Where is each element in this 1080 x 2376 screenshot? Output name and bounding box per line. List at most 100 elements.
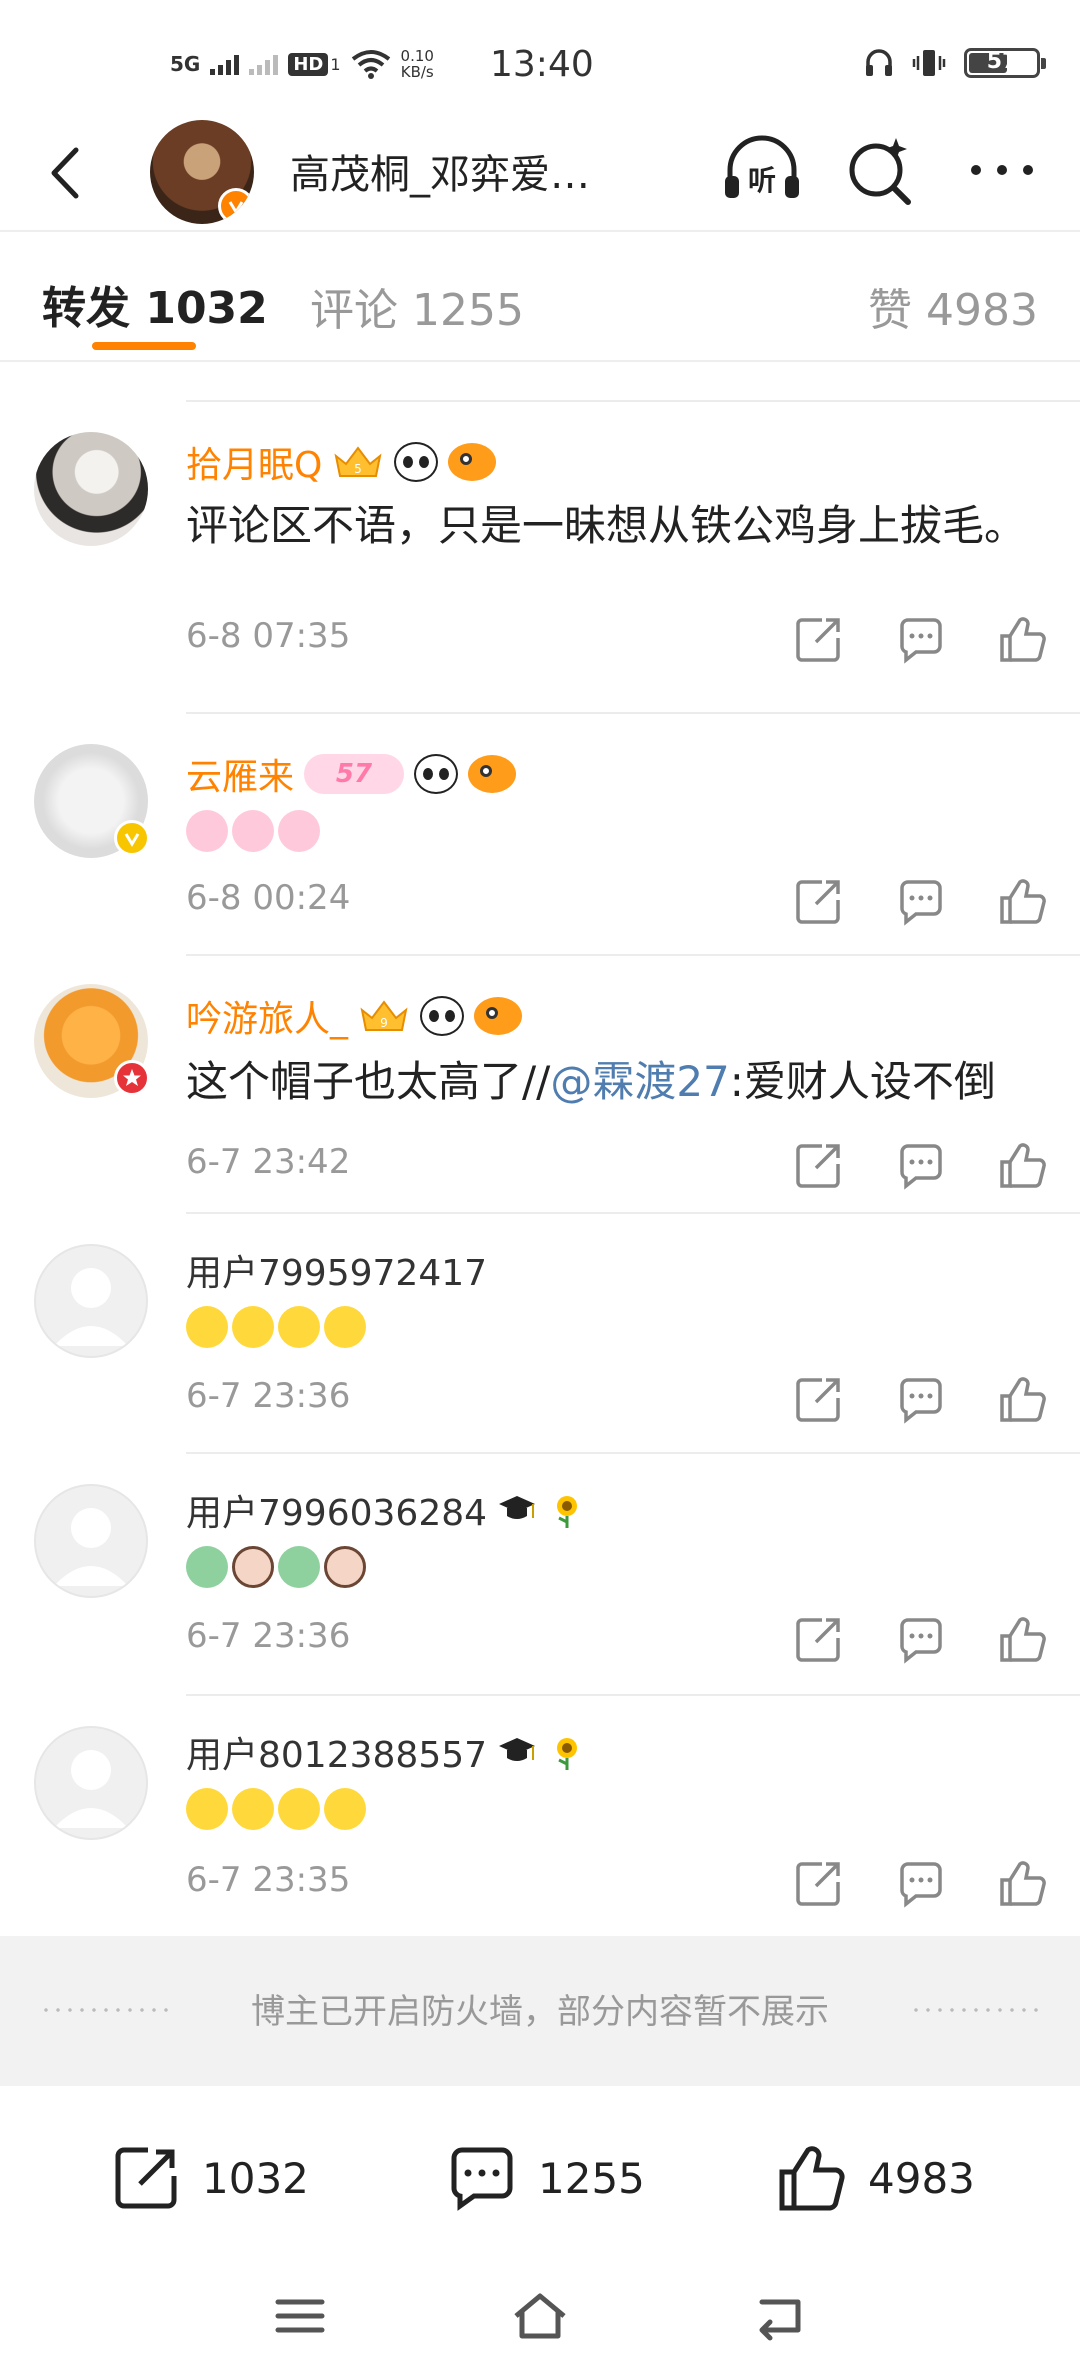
signal-2-icon xyxy=(249,53,279,75)
comment-icon[interactable] xyxy=(894,612,948,666)
user-silhouette-icon xyxy=(54,1508,128,1586)
comment-icon[interactable] xyxy=(894,1856,948,1910)
list-item: 吟游旅人_ 9 这个帽子也太高了//@霖渡27:爱财人设不倒 6-7 23:42 xyxy=(0,956,1080,1212)
sunflower-icon xyxy=(557,1738,578,1770)
dotted-divider xyxy=(910,2008,1040,2012)
username[interactable]: 用户7995972417 xyxy=(186,1244,487,1296)
laughing-emoji-icon xyxy=(186,1788,228,1830)
username[interactable]: 云雁来 57 xyxy=(186,748,517,800)
tab-likes[interactable]: 赞 4983 xyxy=(868,274,1038,338)
comment-icon[interactable] xyxy=(894,1372,948,1426)
default-avatar[interactable] xyxy=(34,1726,148,1840)
svg-text:5: 5 xyxy=(355,462,363,476)
comment-icon[interactable] xyxy=(894,1138,948,1192)
like-icon[interactable] xyxy=(996,1856,1050,1910)
default-avatar[interactable] xyxy=(34,1244,148,1358)
comment-text: 评论区不语，只是一昧想从铁公鸡身上拔毛。 xyxy=(186,501,1027,550)
crown-badge-icon: 5 xyxy=(334,446,382,477)
more-icon[interactable] xyxy=(962,150,1042,190)
item-actions xyxy=(792,874,1050,928)
tab-divider xyxy=(0,360,1080,362)
list-item: 用户8012388557 6-7 23:35 xyxy=(0,1696,1080,1936)
emoji-row xyxy=(186,1788,366,1830)
like-icon[interactable] xyxy=(996,1612,1050,1666)
dino-emoji-icon xyxy=(278,1546,320,1588)
tab-repost[interactable]: 转发 1032 xyxy=(42,272,268,336)
verified-badge-icon xyxy=(114,1060,150,1096)
avatar[interactable] xyxy=(34,984,150,1098)
like-button[interactable]: 4983 xyxy=(774,2140,975,2216)
minion-emoji-icon xyxy=(324,1306,366,1348)
comment-icon xyxy=(451,2147,513,2211)
search-icon[interactable] xyxy=(840,132,920,212)
signal-icon xyxy=(210,53,240,75)
status-right: 57 xyxy=(864,48,1046,78)
status-bar: 5G HD 1 0.10 KB/s 13:40 57 xyxy=(0,0,1080,120)
repost-button[interactable]: 1032 xyxy=(108,2140,309,2216)
active-tab-indicator xyxy=(92,342,196,350)
username[interactable]: 用户8012388557 xyxy=(186,1726,587,1778)
vibrate-icon xyxy=(912,50,946,76)
comment-icon[interactable] xyxy=(894,874,948,928)
listen-icon[interactable]: 听 xyxy=(720,130,804,214)
back-arrow-icon[interactable] xyxy=(40,138,100,208)
minion-emoji-icon xyxy=(186,1306,228,1348)
menu-icon[interactable] xyxy=(270,2288,330,2344)
clock: 13:40 xyxy=(490,44,594,85)
username[interactable]: 吟游旅人_ 9 xyxy=(186,990,523,1042)
sunflower-icon xyxy=(557,1496,578,1528)
author-name[interactable]: 高茂桐_邓弈爱… xyxy=(290,142,590,200)
timestamp: 6-7 23:36 xyxy=(186,1616,351,1656)
timestamp: 6-7 23:42 xyxy=(186,1142,351,1182)
tab-comments[interactable]: 评论 1255 xyxy=(310,274,524,338)
default-avatar[interactable] xyxy=(34,1484,148,1598)
bunny-emoji-icon xyxy=(232,810,274,852)
comment-text: 这个帽子也太高了//@霖渡27:爱财人设不倒 xyxy=(186,1057,996,1106)
firewall-notice: 博主已开启防火墙，部分内容暂不展示 xyxy=(0,1936,1080,2086)
bunny-emoji-icon xyxy=(278,810,320,852)
timestamp: 6-8 00:24 xyxy=(186,878,351,918)
headphones-icon xyxy=(866,49,892,76)
emoji-row xyxy=(186,810,320,852)
tab-bar: 转发 1032 评论 1255 赞 4983 xyxy=(0,232,1080,360)
home-icon[interactable] xyxy=(510,2288,570,2344)
comment-button[interactable]: 1255 xyxy=(444,2140,645,2216)
panda-badge-icon xyxy=(414,754,459,794)
graduation-cap-icon xyxy=(499,1496,536,1519)
like-icon[interactable] xyxy=(996,1138,1050,1192)
share-icon xyxy=(115,2147,177,2209)
list-item: 云雁来 57 6-8 00:24 xyxy=(0,714,1080,954)
share-icon[interactable] xyxy=(792,1612,846,1666)
share-icon[interactable] xyxy=(792,1372,846,1426)
item-actions xyxy=(792,1612,1050,1666)
username[interactable]: 用户7996036284 xyxy=(186,1484,587,1536)
battery-icon: 57 xyxy=(964,48,1046,78)
share-icon[interactable] xyxy=(792,612,846,666)
like-icon[interactable] xyxy=(996,612,1050,666)
timestamp: 6-7 23:36 xyxy=(186,1376,351,1416)
avatar[interactable] xyxy=(34,744,150,858)
share-icon[interactable] xyxy=(792,874,846,928)
network-speed: 0.10 KB/s xyxy=(400,47,434,81)
username[interactable]: 拾月眠Q 5 xyxy=(186,436,497,488)
list-item: 拾月眠Q 5 评论区不语，只是一昧想从铁公鸡身上拔毛。 6-8 07:35 xyxy=(0,402,1080,712)
author-avatar[interactable] xyxy=(150,120,254,224)
back-nav-icon[interactable] xyxy=(750,2288,810,2344)
share-icon[interactable] xyxy=(792,1138,846,1192)
panda-badge-icon xyxy=(420,996,465,1036)
bottom-action-bar: 1032 1255 4983 xyxy=(0,2086,1080,2258)
share-icon[interactable] xyxy=(792,1856,846,1910)
laughing-emoji-icon xyxy=(278,1788,320,1830)
comment-icon[interactable] xyxy=(894,1612,948,1666)
user-silhouette-icon xyxy=(54,1750,128,1828)
item-actions xyxy=(792,1372,1050,1426)
avatar[interactable] xyxy=(34,432,148,546)
network-indicators: 5G HD 1 0.10 KB/s xyxy=(170,48,434,80)
like-icon[interactable] xyxy=(996,874,1050,928)
panda-badge-icon xyxy=(394,442,439,482)
item-actions xyxy=(792,1856,1050,1910)
verified-badge-icon xyxy=(218,188,254,224)
mention-link[interactable]: @霖渡27 xyxy=(550,1057,729,1106)
top-header: 高茂桐_邓弈爱… 听 xyxy=(0,120,1080,230)
like-icon[interactable] xyxy=(996,1372,1050,1426)
